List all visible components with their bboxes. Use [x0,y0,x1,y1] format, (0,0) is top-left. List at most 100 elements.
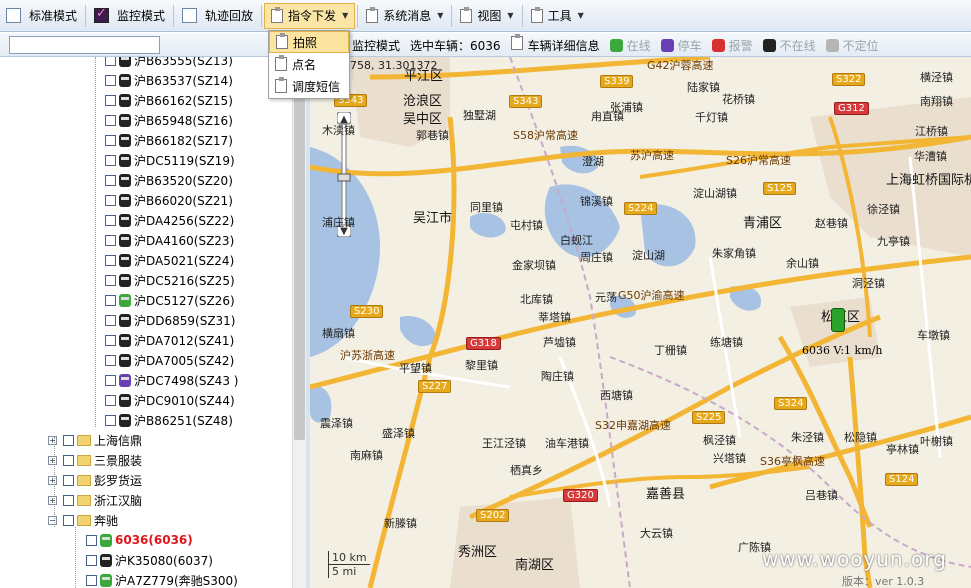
map-place-label: 金家坝镇 [512,259,556,272]
checkbox-icon[interactable] [6,8,21,23]
online-bus-icon [609,38,623,52]
vehicle-marker-6036[interactable] [831,308,845,332]
vehicle-checkbox[interactable] [105,314,116,326]
vehicle-checkbox[interactable] [105,294,116,306]
menu-item-rollcall[interactable]: 点名 [269,53,349,75]
road-name: S58沪常高速 [513,129,578,142]
vehicle-checkbox[interactable] [105,114,116,126]
tree-group-item[interactable]: + 上海信鼎 [48,430,142,450]
track-playback-toggle[interactable]: 轨迹回放 [176,3,259,29]
vehicle-checkbox[interactable] [105,214,116,226]
tree-vehicle-item[interactable]: 沪DD6859(SZ31) [105,310,236,330]
vehicle-checkbox[interactable] [86,574,97,586]
menu-item-dispatch-sms[interactable]: 调度短信 [269,75,349,97]
tree-vehicle-item[interactable]: 沪A7Z779(奔驰S300) [86,570,238,588]
tree-scrollbar[interactable] [292,57,306,588]
bus-icon [119,193,131,207]
expand-icon[interactable]: + [48,475,57,485]
map-place-label: 叶榭镇 [920,435,953,448]
chevron-down-icon: ▼ [342,11,349,20]
bus-icon [119,413,131,427]
scrollbar-thumb[interactable] [294,61,305,440]
checkbox-checked-icon[interactable] [94,6,110,23]
tree-vehicle-item[interactable]: 6036(6036) [86,530,193,550]
tree-vehicle-item[interactable]: 沪DA4256(SZ22) [105,210,234,230]
tree-vehicle-item[interactable]: 沪B66182(SZ17) [105,130,233,150]
vehicle-checkbox[interactable] [105,274,116,286]
monitor-mode-toggle[interactable]: 监控模式 [88,3,171,29]
vehicle-checkbox[interactable] [105,254,116,266]
vehicle-checkbox[interactable] [105,414,116,426]
vehicle-checkbox[interactable] [105,394,116,406]
map-place-label: 西塘镇 [600,389,633,402]
search-input[interactable] [9,36,160,54]
tree-vehicle-item[interactable]: 沪B63555(SZ13) [105,57,233,70]
vehicle-checkbox[interactable] [105,134,116,146]
expand-icon[interactable]: + [48,435,57,445]
tree-vehicle-item[interactable]: 沪K35080(6037) [86,550,213,570]
map-place-label: 木渎镇 [322,124,355,137]
vehicle-checkbox[interactable] [105,74,116,86]
divider [173,4,175,27]
tree-vehicle-item[interactable]: 沪DC9010(SZ44) [105,390,235,410]
group-checkbox[interactable] [63,514,74,526]
vehicle-checkbox[interactable] [86,534,97,546]
tree-vehicle-item[interactable]: 沪DC5216(SZ25) [105,270,235,290]
tree-group-item[interactable]: − 奔驰 [48,510,118,530]
vehicle-checkbox[interactable] [105,374,116,386]
expand-icon[interactable]: + [48,455,57,465]
group-checkbox[interactable] [63,474,74,486]
collapse-icon[interactable]: − [48,515,57,525]
tree-group-item[interactable]: + 浙江汉脑 [48,490,142,510]
vehicle-checkbox[interactable] [105,354,116,366]
tree-vehicle-item[interactable]: 沪DC5127(SZ26) [105,290,235,310]
vehicle-checkbox[interactable] [105,334,116,346]
map-place-label: 南湖区 [515,558,555,573]
command-menu[interactable]: 指令下发 ▼ [264,2,356,29]
tree-vehicle-item[interactable]: 沪DA5021(SZ24) [105,250,234,270]
tree-group-item[interactable]: + 三景服装 [48,450,142,470]
menu-item-photo[interactable]: 拍照 [269,31,349,53]
vehicle-checkbox[interactable] [105,57,116,66]
tree-vehicle-item[interactable]: 沪DA4160(SZ23) [105,230,234,250]
map-place-label: 南翔镇 [920,95,953,108]
tree-vehicle-item[interactable]: 沪DC7498(SZ43 ) [105,370,238,390]
road-name: S32申嘉湖高速 [595,419,671,432]
vehicle-label: 沪B63520(SZ20) [134,173,233,188]
expand-icon[interactable]: + [48,495,57,505]
map-view[interactable]: 758, 31.301372 ▲ ▼ 平江区 沧浪区 吴中区 独墅湖 郭巷镇 甪直镇 陆家镇… [310,57,971,588]
map-place-label: 南麻镇 [350,449,383,462]
vehicle-checkbox[interactable] [86,554,97,566]
tree-vehicle-item[interactable]: 沪B63520(SZ20) [105,170,233,190]
group-checkbox[interactable] [63,434,74,446]
system-message-menu[interactable]: 系统消息 ▼ [360,3,449,29]
tree-vehicle-item[interactable]: 沪B65948(SZ16) [105,110,233,130]
legend-parked-label: 停车 [677,38,702,53]
main-toolbar: 标准模式 监控模式 轨迹回放 指令下发 ▼ 系统消息 ▼ 视图 ▼ 工具 ▼ [0,0,971,32]
vehicle-checkbox[interactable] [105,234,116,246]
monitor-mode-label: 监控模式 [117,9,166,23]
vehicle-checkbox[interactable] [105,94,116,106]
checkbox-icon[interactable] [182,8,198,23]
tree-vehicle-item[interactable]: 沪B66162(SZ15) [105,90,233,110]
tools-menu[interactable]: 工具 ▼ [525,3,590,29]
map-place-label: 九亭镇 [877,235,910,248]
vehicle-checkbox[interactable] [105,174,116,186]
tree-vehicle-item[interactable]: 沪DA7005(SZ42) [105,350,234,370]
tree-group-item[interactable]: + 彭罗货运 [48,470,142,490]
tree-vehicle-item[interactable]: 沪DA7012(SZ41) [105,330,234,350]
group-label: 上海信鼎 [94,433,143,448]
tree-vehicle-item[interactable]: 沪DC5119(SZ19) [105,150,235,170]
road-name: S36亭枫高速 [760,455,825,468]
tree-vehicle-item[interactable]: 沪B86251(SZ48) [105,410,233,430]
group-checkbox[interactable] [63,454,74,466]
vehicle-detail-button[interactable]: 车辆详细信息 [510,34,600,54]
map-place-label: 练塘镇 [710,336,743,349]
vehicle-checkbox[interactable] [105,154,116,166]
vehicle-checkbox[interactable] [105,194,116,206]
standard-mode-toggle[interactable]: 标准模式 [0,3,83,29]
tree-vehicle-item[interactable]: 沪B66020(SZ21) [105,190,233,210]
tree-vehicle-item[interactable]: 沪B63537(SZ14) [105,70,233,90]
view-menu[interactable]: 视图 ▼ [454,3,519,29]
group-checkbox[interactable] [63,494,74,506]
